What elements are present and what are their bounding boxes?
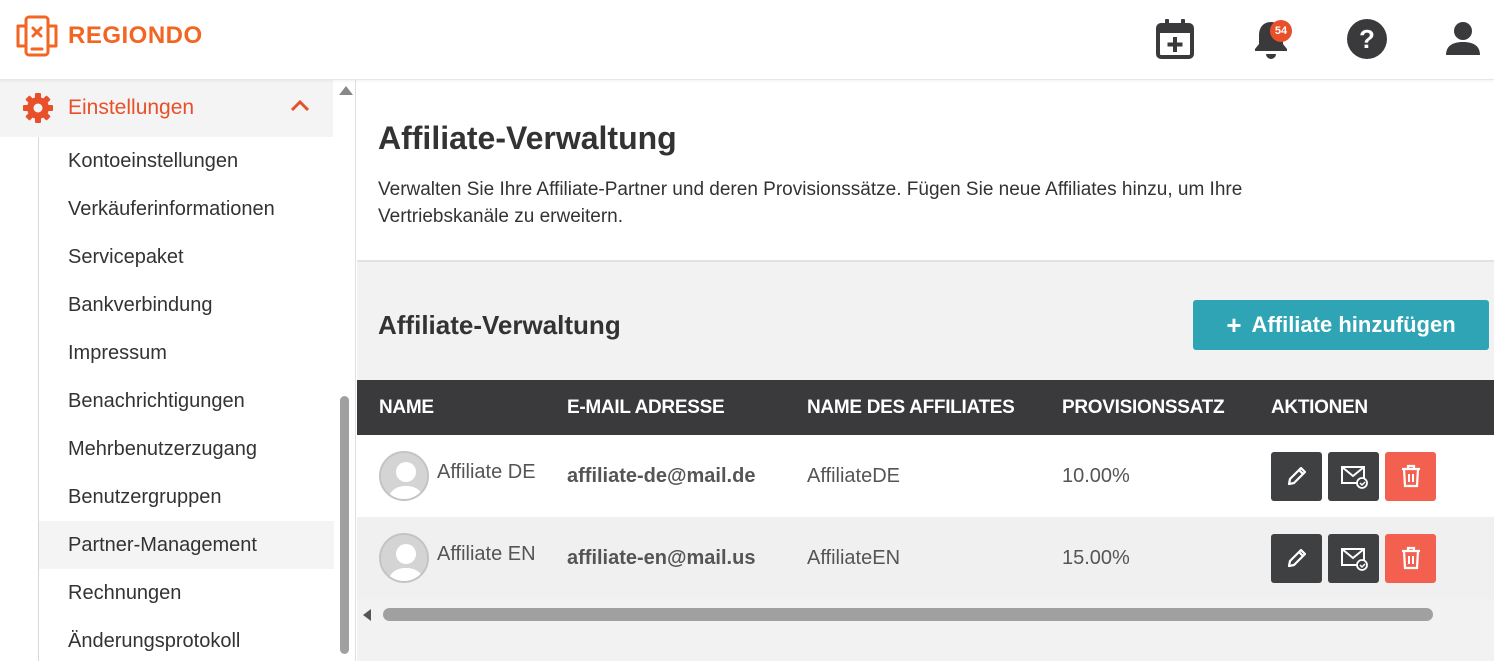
table-row: Affiliate DE affiliate-de@mail.de Affili…	[357, 435, 1494, 517]
page-title: Affiliate-Verwaltung	[378, 120, 677, 156]
resend-mail-button[interactable]	[1328, 533, 1379, 583]
svg-text:?: ?	[1359, 24, 1375, 54]
trash-icon	[1401, 464, 1420, 488]
trash-icon	[1401, 546, 1420, 570]
column-header-affiliate-name: NAME DES AFFILIATES	[807, 380, 1062, 435]
user-icon	[1446, 22, 1480, 55]
column-header-commission: PROVISIONSSATZ	[1062, 380, 1271, 435]
top-header: REGIONDO 54 ?	[0, 0, 1494, 80]
add-affiliate-button[interactable]: + Affiliate hinzufügen	[1193, 300, 1489, 350]
sidebar-item-benutzergruppen[interactable]: Benutzergruppen	[39, 473, 334, 521]
sidebar-scrollbar[interactable]	[336, 80, 354, 661]
sidebar-section-settings[interactable]: Einstellungen	[0, 80, 333, 137]
edit-button[interactable]	[1271, 451, 1322, 501]
sidebar-item-mehrbenutzerzugang[interactable]: Mehrbenutzerzugang	[39, 425, 334, 473]
avatar-placeholder-icon	[388, 544, 424, 581]
sidebar-item-bankverbindung[interactable]: Bankverbindung	[39, 281, 334, 329]
row-actions	[1271, 451, 1494, 501]
sidebar-scroll-thumb[interactable]	[340, 396, 349, 654]
page-description: Verwalten Sie Ihre Affiliate-Partner und…	[378, 179, 1243, 227]
affiliate-table: NAME E-MAIL ADRESSE NAME DES AFFILIATES …	[357, 380, 1494, 599]
affiliate-commission: 10.00%	[1062, 435, 1271, 517]
delete-button[interactable]	[1385, 533, 1436, 583]
chevron-up-icon[interactable]	[290, 98, 310, 112]
column-header-actions: AKTIONEN	[1271, 380, 1494, 435]
help-icon: ?	[1347, 19, 1387, 59]
user-menu-button[interactable]	[1442, 18, 1484, 60]
affiliate-name-cell: Affiliate DE	[357, 451, 567, 501]
avatar-placeholder-icon	[388, 462, 424, 499]
main-content: Affiliate-Verwaltung Verwalten Sie Ihre …	[357, 80, 1494, 661]
resend-mail-button[interactable]	[1328, 451, 1379, 501]
table-horizontal-scrollbar[interactable]	[357, 601, 1494, 627]
calendar-add-button[interactable]	[1154, 18, 1196, 60]
resend-mail-icon	[1340, 466, 1368, 489]
affiliate-email: affiliate-de@mail.de	[567, 435, 807, 517]
sidebar-section-label: Einstellungen	[68, 96, 195, 119]
table-row: Affiliate EN affiliate-en@mail.us Affili…	[357, 517, 1494, 599]
avatar	[379, 451, 429, 501]
settings-subnav: Kontoeinstellungen Verkäuferinformatione…	[38, 137, 334, 661]
resend-mail-icon	[1340, 548, 1368, 571]
section-title: Affiliate-Verwaltung	[378, 310, 621, 340]
scroll-up-arrow-icon[interactable]	[339, 86, 353, 95]
sidebar-item-rechnungen[interactable]: Rechnungen	[39, 569, 334, 617]
regiondo-logo-icon	[16, 15, 58, 57]
add-affiliate-label: Affiliate hinzufügen	[1251, 312, 1456, 337]
plus-icon: +	[1226, 309, 1242, 340]
sidebar-item-benachrichtigungen[interactable]: Benachrichtigungen	[39, 377, 334, 425]
table-header-row: NAME E-MAIL ADRESSE NAME DES AFFILIATES …	[357, 380, 1494, 435]
avatar	[379, 533, 429, 583]
affiliate-name: Affiliate EN	[437, 542, 536, 565]
sidebar-item-kontoeinstellungen[interactable]: Kontoeinstellungen	[39, 137, 334, 185]
affiliate-display-name: AffiliateEN	[807, 517, 1062, 599]
sidebar-item-verkaeuferinformationen[interactable]: Verkäuferinformationen	[39, 185, 334, 233]
affiliate-name: Affiliate DE	[437, 460, 536, 483]
brand-logo[interactable]: REGIONDO	[14, 14, 203, 58]
scroll-left-arrow-icon[interactable]	[363, 609, 371, 621]
affiliate-name-cell: Affiliate EN	[357, 533, 567, 583]
intro-panel: Affiliate-Verwaltung Verwalten Sie Ihre …	[357, 80, 1494, 262]
edit-button[interactable]	[1271, 533, 1322, 583]
affiliate-email: affiliate-en@mail.us	[567, 517, 807, 599]
sidebar-item-partner-management[interactable]: Partner-Management	[39, 521, 334, 569]
sidebar-item-aenderungsprotokoll[interactable]: Änderungsprotokoll	[39, 617, 334, 661]
row-actions	[1271, 533, 1494, 583]
affiliate-commission: 15.00%	[1062, 517, 1271, 599]
help-button[interactable]: ?	[1346, 18, 1388, 60]
column-header-email: E-MAIL ADRESSE	[567, 380, 807, 435]
column-header-name: NAME	[357, 380, 567, 435]
sidebar-item-impressum[interactable]: Impressum	[39, 329, 334, 377]
edit-icon	[1287, 466, 1306, 486]
table-scroll-thumb[interactable]	[383, 608, 1433, 621]
calendar-add-icon	[1156, 19, 1194, 59]
brand-name: REGIONDO	[68, 22, 203, 49]
sidebar-item-servicepaket[interactable]: Servicepaket	[39, 233, 334, 281]
edit-icon	[1287, 548, 1306, 568]
notification-count-badge: 54	[1270, 20, 1292, 42]
gear-icon	[23, 93, 53, 123]
affiliate-display-name: AffiliateDE	[807, 435, 1062, 517]
delete-button[interactable]	[1385, 451, 1436, 501]
sidebar: Einstellungen Kontoeinstellungen Verkäuf…	[0, 80, 356, 661]
notifications-button[interactable]: 54	[1250, 18, 1292, 60]
